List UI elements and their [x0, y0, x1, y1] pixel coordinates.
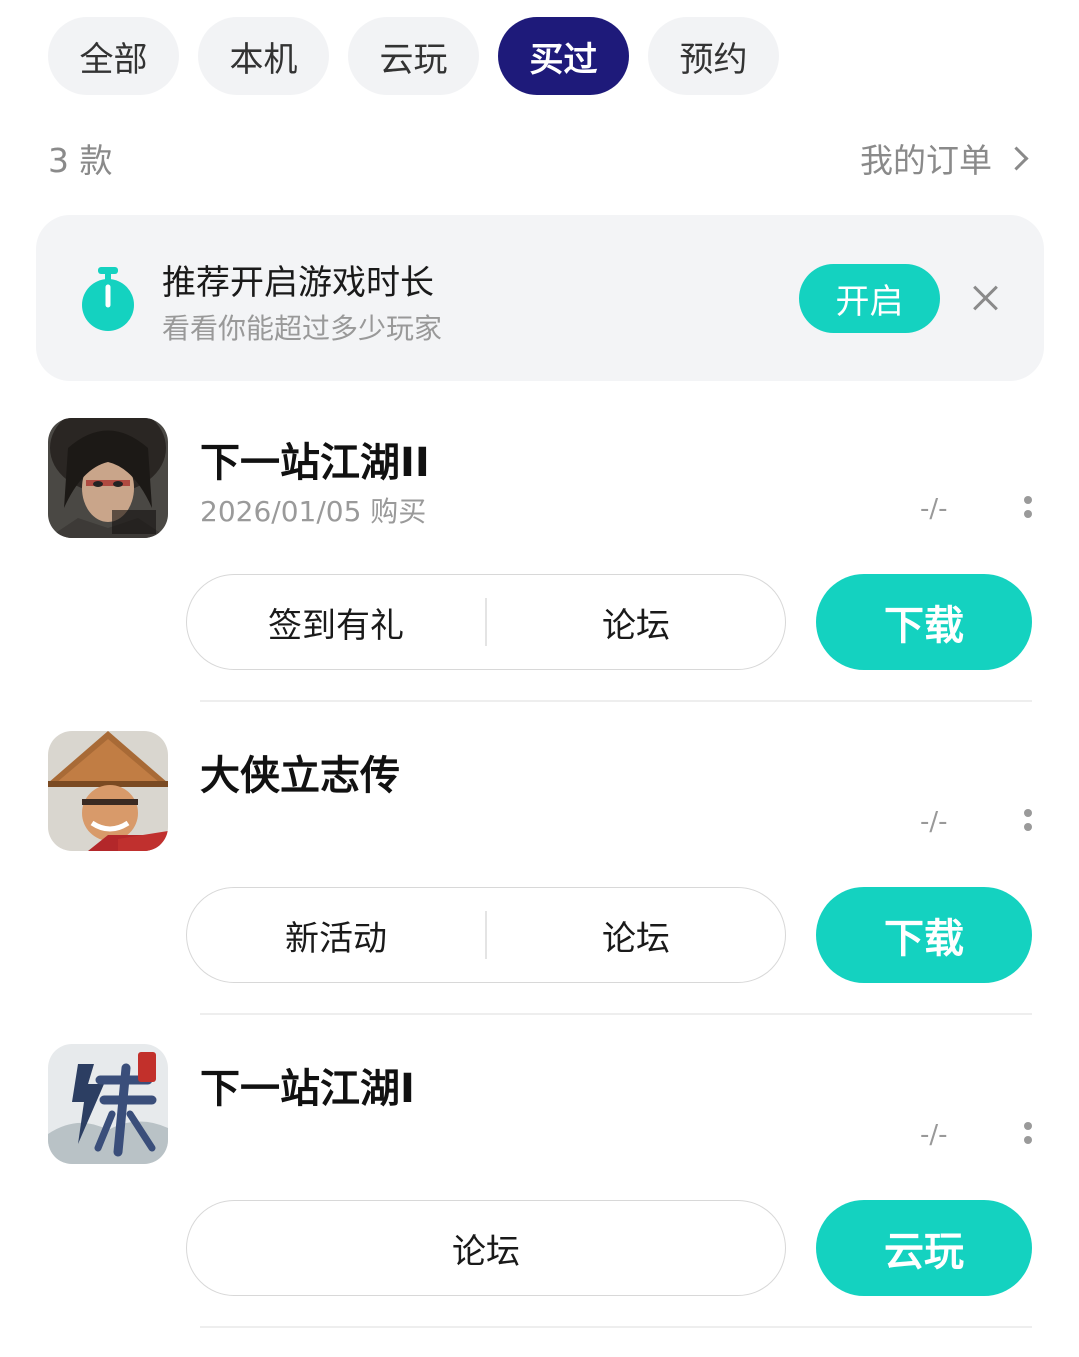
forum-link[interactable]: 论坛: [487, 598, 785, 647]
forum-link[interactable]: 论坛: [487, 911, 785, 960]
banner-subtitle: 看看你能超过多少玩家: [162, 312, 443, 345]
game-title: 下一站江湖I: [200, 1066, 415, 1112]
chevron-right-icon: [1004, 145, 1029, 171]
game-links: 新活动 论坛: [186, 887, 786, 983]
game-icon[interactable]: [48, 1044, 168, 1164]
tab-cloud[interactable]: 云玩: [348, 17, 479, 95]
new-event-link[interactable]: 新活动: [187, 911, 485, 960]
divider: [200, 1013, 1032, 1015]
game-icon[interactable]: [48, 731, 168, 851]
playtime-stat: -/-: [920, 807, 948, 837]
tab-purchased[interactable]: 买过: [498, 17, 629, 95]
my-orders-label: 我的订单: [860, 141, 992, 180]
forum-link[interactable]: 论坛: [187, 1224, 785, 1273]
more-options-icon[interactable]: [1022, 1122, 1034, 1148]
download-button[interactable]: 下载: [816, 574, 1032, 670]
more-options-icon[interactable]: [1022, 496, 1034, 522]
filter-tabs: 全部 本机 云玩 买过 预约: [48, 17, 779, 95]
stopwatch-icon: [82, 267, 134, 331]
game-links: 论坛: [186, 1200, 786, 1296]
download-button[interactable]: 下载: [816, 887, 1032, 983]
game-item: 下一站江湖I -/- 论坛 云玩: [0, 1044, 1079, 1357]
my-orders-link[interactable]: 我的订单: [860, 134, 1031, 182]
tab-local[interactable]: 本机: [198, 17, 329, 95]
divider: [200, 1326, 1032, 1328]
game-title: 下一站江湖II: [200, 440, 430, 486]
game-item: 下一站江湖II 2026/01/05 购买 -/- 签到有礼 论坛 下载: [0, 418, 1079, 731]
playtime-stat: -/-: [920, 494, 948, 524]
game-count: 3 款: [48, 141, 113, 180]
cloud-play-button[interactable]: 云玩: [816, 1200, 1032, 1296]
tab-all[interactable]: 全部: [48, 17, 179, 95]
close-icon[interactable]: [965, 278, 1005, 318]
game-links: 签到有礼 论坛: [186, 574, 786, 670]
tab-reserved[interactable]: 预约: [648, 17, 779, 95]
divider: [200, 700, 1032, 702]
purchase-date: 2026/01/05 购买: [200, 495, 427, 528]
more-options-icon[interactable]: [1022, 809, 1034, 835]
game-item: 大侠立志传 -/- 新活动 论坛 下载: [0, 731, 1079, 1044]
enable-button[interactable]: 开启: [799, 264, 940, 333]
playtime-stat: -/-: [920, 1120, 948, 1150]
summary-row: 3 款 我的订单: [48, 130, 1031, 186]
game-icon[interactable]: [48, 418, 168, 538]
banner-title: 推荐开启游戏时长: [162, 263, 434, 303]
game-title: 大侠立志传: [200, 753, 400, 799]
playtime-banner: 推荐开启游戏时长 看看你能超过多少玩家 开启: [36, 215, 1044, 381]
checkin-gift-link[interactable]: 签到有礼: [187, 598, 485, 647]
